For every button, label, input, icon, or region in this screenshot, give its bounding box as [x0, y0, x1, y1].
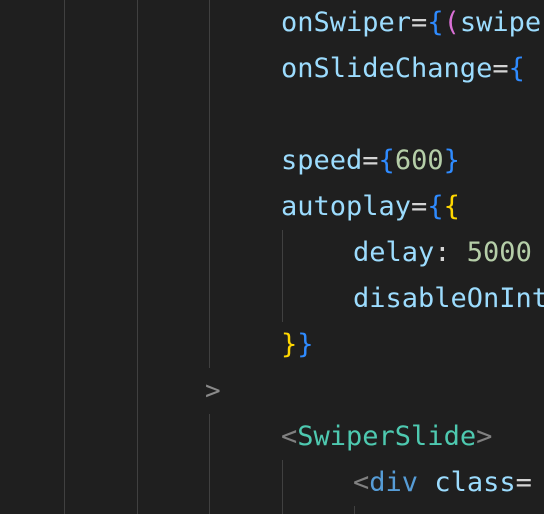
code-line[interactable]: <div class= [353, 460, 532, 506]
code-token-operator: = [515, 467, 532, 498]
code-token-attribute: class [434, 467, 516, 498]
code-token-operator: = [362, 145, 379, 176]
code-token-attribute: speed [281, 145, 363, 176]
indent-guide [354, 506, 355, 514]
code-token-operator: = [411, 7, 428, 38]
code-token-attribute: autoplay [281, 191, 412, 222]
code-token-operator [418, 467, 434, 498]
code-token-brace-outer: { [427, 7, 444, 38]
chevron-right-icon[interactable]: > [205, 368, 221, 414]
code-token-brace-outer: } [297, 329, 314, 360]
code-line[interactable]: onSwiper={(swipe [281, 0, 541, 46]
code-token-brace-outer: { [427, 191, 444, 222]
indent-guide [137, 0, 138, 514]
code-line[interactable]: <SwiperSlide> [281, 414, 492, 460]
code-token-angle: < [353, 467, 370, 498]
code-token-operator: : [434, 237, 467, 268]
code-editor[interactable]: onSwiper={(swipe onSlideChange={ speed={… [0, 0, 544, 514]
code-line[interactable]: onSlideChange={ [281, 46, 525, 92]
code-token-number: 5000 [466, 237, 532, 268]
code-token-attribute: onSlideChange [281, 53, 493, 84]
code-token-brace-outer: { [508, 53, 525, 84]
code-token-paren: ( [443, 7, 460, 38]
code-token-brace-outer: { [378, 145, 395, 176]
code-token-attribute: delay [353, 237, 435, 268]
indent-guide [209, 0, 210, 368]
code-token-attribute: swipe [459, 7, 542, 38]
code-token-brace-outer: } [443, 145, 460, 176]
indent-guide [282, 230, 283, 322]
code-token-brace-inner: { [443, 191, 460, 222]
code-token-angle: > [476, 421, 493, 452]
code-line[interactable]: autoplay={{ [281, 184, 460, 230]
indent-guide [282, 460, 283, 514]
indent-guide [64, 0, 65, 514]
code-token-tag: SwiperSlide [297, 421, 477, 452]
code-token-html-tag: div [369, 467, 419, 498]
code-token-operator: = [411, 191, 428, 222]
code-line[interactable]: delay: 5000 [353, 230, 532, 276]
code-token-angle: < [281, 421, 298, 452]
code-line[interactable]: disableOnInt [353, 276, 544, 322]
indent-guide [209, 414, 210, 514]
code-line[interactable]: speed={600} [281, 138, 460, 184]
code-token-attribute: onSwiper [281, 7, 412, 38]
code-line[interactable]: }} [281, 322, 314, 368]
code-token-number: 600 [394, 145, 444, 176]
code-token-attribute: disableOnInt [353, 283, 544, 314]
code-token-operator: = [492, 53, 509, 84]
code-token-brace-inner: } [281, 329, 298, 360]
